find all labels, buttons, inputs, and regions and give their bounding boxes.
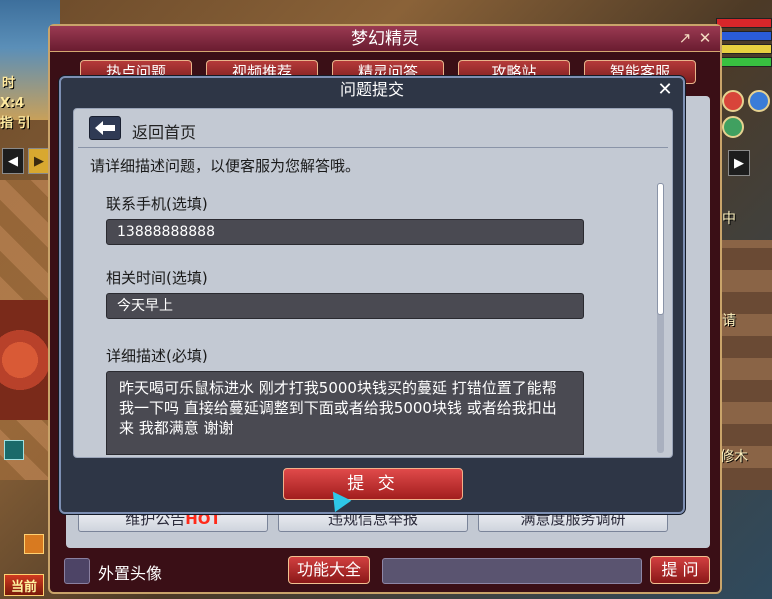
status-orb-icon[interactable]	[722, 116, 744, 138]
external-avatar-checkbox[interactable]	[64, 558, 90, 584]
submit-form-panel: 返回首页 请详细描述问题，以便客服为您解答哦。 联系手机(选填) 1388888…	[73, 108, 673, 458]
mp-bar	[716, 31, 772, 41]
side-label: 请	[722, 313, 736, 329]
external-avatar-label: 外置头像	[98, 564, 163, 583]
detail-label: 详细描述(必填)	[106, 347, 208, 365]
time-label: 相关时间(选填)	[106, 269, 208, 287]
hp-bar	[716, 18, 772, 28]
expand-icon[interactable]: ↗	[676, 29, 694, 47]
close-icon[interactable]: ✕	[655, 80, 675, 100]
scrollbar-thumb[interactable]	[657, 183, 664, 315]
phone-label: 联系手机(选填)	[106, 195, 208, 213]
feature-list-button[interactable]: 功能大全	[288, 556, 370, 584]
scene-carpet	[0, 300, 55, 420]
anger-bar	[716, 44, 772, 54]
close-icon[interactable]: ✕	[696, 29, 714, 47]
left-arrow-icon[interactable]: ◀	[2, 148, 24, 174]
right-arrow-icon[interactable]: ▶	[728, 150, 750, 176]
dialog-title: 问题提交	[339, 80, 404, 99]
status-bars	[716, 18, 772, 70]
fire-icon[interactable]	[24, 534, 44, 554]
exp-bar	[716, 57, 772, 67]
time-tag: 时	[2, 76, 16, 91]
buff-icon[interactable]	[4, 440, 24, 460]
play-icon[interactable]: ▶	[28, 148, 50, 174]
question-submit-dialog: 问题提交 ✕ 返回首页 请详细描述问题，以便客服为您解答哦。 联系手机(选填) …	[59, 76, 685, 514]
detail-textarea[interactable]: 昨天喝可乐鼠标进水 刚才打我5000块钱买的蔓延 打错位置了能帮我一下吗 直接给…	[106, 371, 584, 455]
submit-button[interactable]: 提 交	[283, 468, 463, 500]
divider	[78, 147, 668, 148]
status-orb-icon[interactable]	[722, 90, 744, 112]
ask-button[interactable]: 提 问	[650, 556, 710, 584]
time-input[interactable]: 今天早上	[106, 293, 584, 319]
guide-tag[interactable]: 指 引	[0, 112, 31, 131]
phone-input[interactable]: 13888888888	[106, 219, 584, 245]
window-title: 梦幻精灵	[50, 26, 720, 52]
back-arrow-icon	[95, 121, 115, 135]
current-channel-button[interactable]: 当前	[4, 574, 44, 596]
back-home-label[interactable]: 返回首页	[132, 119, 196, 143]
coord-readout: X:4	[0, 96, 25, 111]
side-label: 中	[722, 211, 736, 227]
side-label: 修木	[720, 449, 748, 465]
status-orb-icon[interactable]	[748, 90, 770, 112]
form-scrollbar[interactable]	[657, 183, 664, 453]
question-input[interactable]	[382, 558, 642, 584]
form-instructions: 请详细描述问题，以便客服为您解答哦。	[90, 157, 361, 175]
back-button[interactable]	[89, 116, 121, 140]
window-footer: 外置头像 功能大全 提 问	[64, 556, 710, 586]
